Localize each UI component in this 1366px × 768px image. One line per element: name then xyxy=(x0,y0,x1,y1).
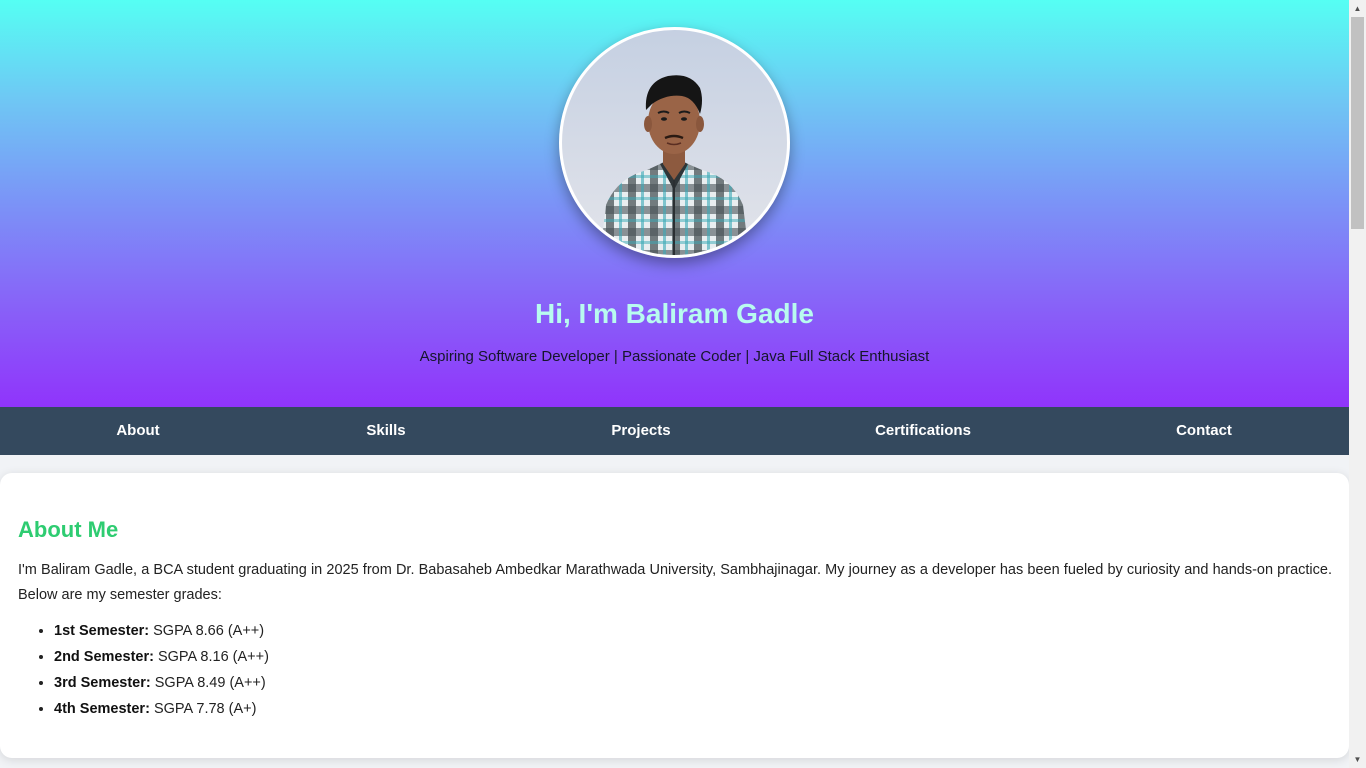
about-intro: I'm Baliram Gadle, a BCA student graduat… xyxy=(18,562,1332,603)
grade-value: SGPA 8.16 (A++) xyxy=(157,649,269,665)
grade-item: 1st Semester: SGPA 8.66 (A++) xyxy=(54,618,269,644)
scroll-up-arrow-icon[interactable]: ▲ xyxy=(1349,0,1366,17)
hero-subtitle: Aspiring Software Developer | Passionate… xyxy=(419,348,930,365)
grade-item: 2nd Semester: SGPA 8.16 (A++) xyxy=(54,644,269,670)
main-nav: About Skills Projects Certifications Con… xyxy=(0,407,1349,455)
grade-value: SGPA 7.78 (A+) xyxy=(153,701,257,717)
nav-link-about[interactable]: About xyxy=(116,407,159,455)
hero-title: Hi, I'm Baliram Gadle xyxy=(535,298,814,329)
nav-link-skills[interactable]: Skills xyxy=(366,407,405,455)
grade-item: 4th Semester: SGPA 7.78 (A+) xyxy=(54,696,269,722)
nav-link-certifications[interactable]: Certifications xyxy=(875,407,971,455)
grade-value: SGPA 8.66 (A++) xyxy=(153,623,265,639)
scroll-down-arrow-icon[interactable]: ▼ xyxy=(1349,751,1366,768)
grades-list: 1st Semester: SGPA 8.66 (A++) 2nd Semest… xyxy=(18,618,269,722)
about-heading: About Me xyxy=(18,517,119,542)
grade-item: 3rd Semester: SGPA 8.49 (A++) xyxy=(54,670,269,696)
grade-semester: 3rd Semester: xyxy=(54,675,151,691)
avatar xyxy=(559,27,790,258)
grade-semester: 4th Semester: xyxy=(54,701,150,717)
grade-semester: 1st Semester: xyxy=(54,623,150,639)
page-viewport: Hi, I'm Baliram Gadle Aspiring Software … xyxy=(0,0,1349,768)
grade-value: SGPA 8.49 (A++) xyxy=(154,675,266,691)
avatar-photo xyxy=(600,75,749,255)
scrollbar-thumb[interactable] xyxy=(1351,17,1364,229)
grade-semester: 2nd Semester: xyxy=(54,649,154,665)
vertical-scrollbar[interactable]: ▲ ▼ xyxy=(1349,0,1366,768)
nav-link-contact[interactable]: Contact xyxy=(1176,407,1232,455)
hero-header: Hi, I'm Baliram Gadle Aspiring Software … xyxy=(0,0,1349,407)
nav-link-projects[interactable]: Projects xyxy=(611,407,670,455)
